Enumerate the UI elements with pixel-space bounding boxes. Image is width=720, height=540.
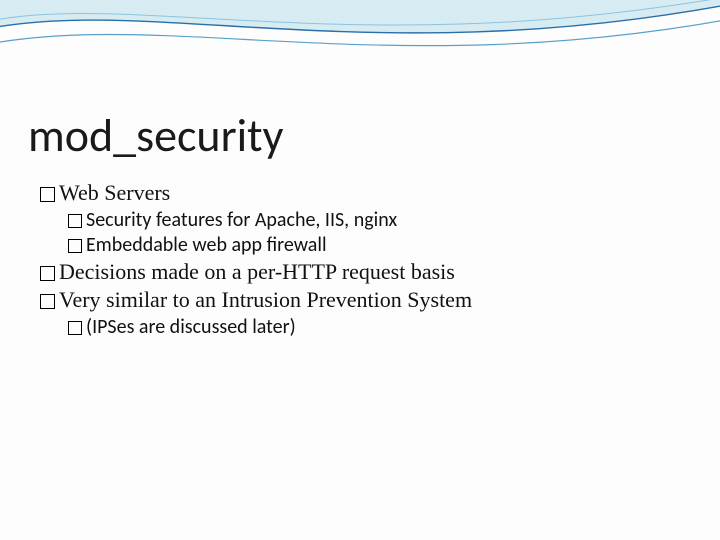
square-bullet-icon xyxy=(40,266,55,281)
bullet-text: Decisions made on a per-HTTP request bas… xyxy=(59,259,680,285)
square-bullet-icon xyxy=(68,239,82,253)
bullet-text: Very similar to an Intrusion Prevention … xyxy=(59,287,680,313)
bullet-text: Embeddable web app firewall xyxy=(86,233,680,257)
bullet-similar-ips: Very similar to an Intrusion Prevention … xyxy=(40,287,680,313)
bullet-text: (IPSes are discussed later) xyxy=(86,315,680,339)
subbullet-embeddable-firewall: Embeddable web app firewall xyxy=(68,233,680,257)
square-bullet-icon xyxy=(68,214,82,228)
square-bullet-icon xyxy=(68,321,82,335)
square-bullet-icon xyxy=(40,294,55,309)
bullet-text: Security features for Apache, IIS, nginx xyxy=(86,208,680,232)
header-swoosh-decoration xyxy=(0,0,720,120)
bullet-text: Web Servers xyxy=(59,180,680,206)
slide-title: mod_security xyxy=(28,108,283,164)
square-bullet-icon xyxy=(40,187,55,202)
subbullet-ipses-later: (IPSes are discussed later) xyxy=(68,315,680,339)
bullet-web-servers: Web Servers xyxy=(40,180,680,206)
slide-body: Web Servers Security features for Apache… xyxy=(40,178,680,340)
bullet-decisions: Decisions made on a per-HTTP request bas… xyxy=(40,259,680,285)
subbullet-security-features: Security features for Apache, IIS, nginx xyxy=(68,208,680,232)
